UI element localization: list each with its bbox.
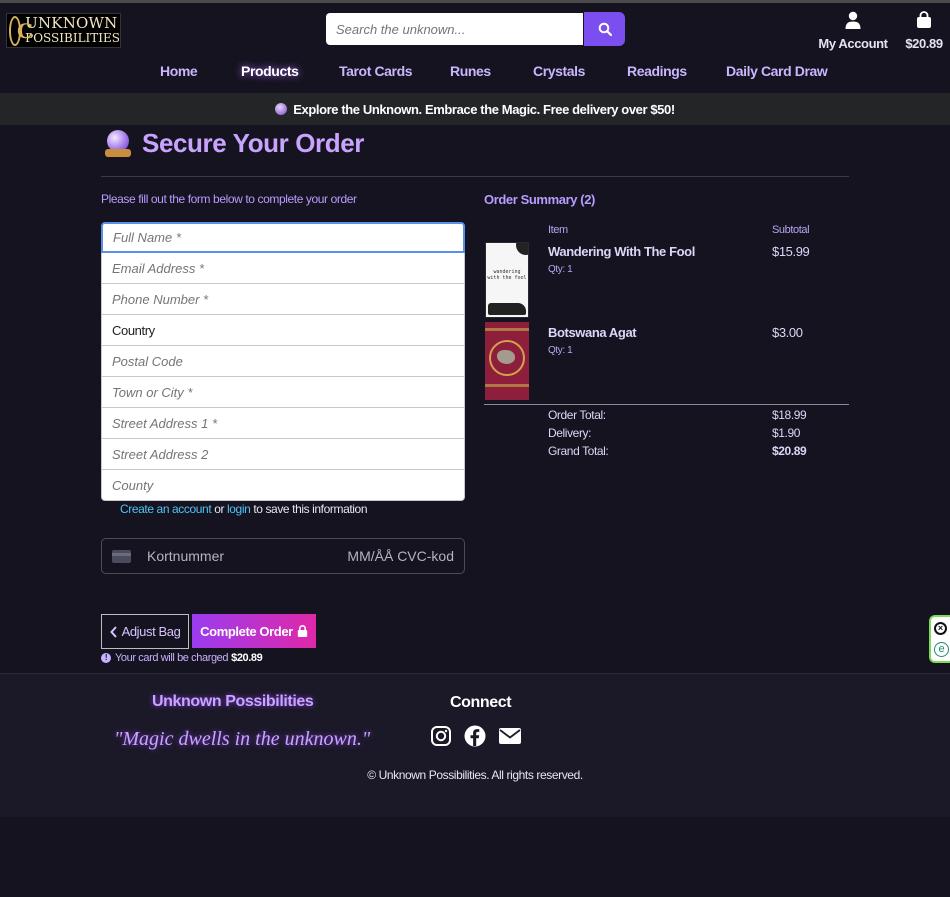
extension-icon[interactable]: e <box>934 642 949 657</box>
adjust-bag-label: Adjust Bag <box>121 624 181 639</box>
envelope-icon[interactable] <box>498 725 522 747</box>
search-input[interactable] <box>326 13 583 45</box>
main-nav: Home Products Tarot Cards Runes Crystals… <box>0 63 950 85</box>
logo-line1: UNKNOWN <box>25 13 118 32</box>
full-name-field[interactable] <box>101 222 465 253</box>
site-header: UNKNOWN POSSIBILITIES My Account $20.89 … <box>0 3 950 93</box>
lock-icon <box>297 625 308 637</box>
footer-brand: Unknown Possibilities <box>152 693 314 710</box>
save-info-suffix: to save this information <box>253 502 368 516</box>
col-header-subtotal: Subtotal <box>772 224 810 236</box>
shopping-bag-link[interactable]: $20.89 <box>900 11 948 51</box>
footer-tagline: "Magic dwells in the unknown." <box>114 728 371 750</box>
my-account-link[interactable]: My Account <box>818 11 888 51</box>
card-number-placeholder: Kortnummer <box>147 548 225 564</box>
complete-order-label: Complete Order <box>200 623 293 639</box>
instagram-icon[interactable] <box>430 725 452 747</box>
charge-amount: $20.89 <box>231 652 263 664</box>
checkout-form: Country <box>101 222 465 501</box>
county-field[interactable] <box>101 470 465 501</box>
street-address-2-field[interactable] <box>101 439 465 470</box>
street-address-1-field[interactable] <box>101 408 465 439</box>
side-widget[interactable]: × e <box>929 615 950 663</box>
chevron-left-icon <box>109 625 117 638</box>
promo-banner-text: Explore the Unknown. Embrace the Magic. … <box>293 101 675 117</box>
item-qty: Qty: 1 <box>548 264 573 275</box>
order-total-label: Order Total: <box>548 408 606 422</box>
item-price: $3.00 <box>772 325 803 340</box>
page-title-row: Secure Your Order <box>104 128 364 159</box>
nav-readings[interactable]: Readings <box>627 63 687 79</box>
search-button[interactable] <box>584 12 625 46</box>
item-price: $15.99 <box>772 244 810 259</box>
nav-tarot-cards[interactable]: Tarot Cards <box>339 63 413 79</box>
delivery-label: Delivery: <box>548 426 592 440</box>
logo-emblem-icon <box>9 15 33 46</box>
item-qty: Qty: 1 <box>548 345 573 356</box>
phone-field[interactable] <box>101 284 465 315</box>
title-divider <box>101 176 849 177</box>
create-account-link[interactable]: Create an account <box>120 502 212 516</box>
order-summary-title: Order Summary (2) <box>484 192 595 207</box>
card-input[interactable]: Kortnummer MM/ÅÅ CVC-kod <box>101 538 465 574</box>
shopping-bag-icon <box>917 11 931 28</box>
save-info-or: or <box>214 502 225 516</box>
info-icon: ! <box>101 653 111 663</box>
user-icon <box>845 11 861 29</box>
social-links <box>430 725 522 747</box>
thumbnail-text: wandering with the fool <box>487 269 527 281</box>
nav-runes[interactable]: Runes <box>450 63 491 79</box>
promo-banner: Explore the Unknown. Embrace the Magic. … <box>0 93 950 125</box>
email-field[interactable] <box>101 253 465 284</box>
footer-connect-heading: Connect <box>450 694 512 711</box>
col-header-item: Item <box>548 224 568 236</box>
nav-home[interactable]: Home <box>160 63 198 79</box>
postal-code-field[interactable] <box>101 346 465 377</box>
adjust-bag-button[interactable]: Adjust Bag <box>101 614 189 649</box>
item-name: Botswana Agat <box>548 325 637 340</box>
close-icon[interactable]: × <box>934 622 947 635</box>
login-link[interactable]: login <box>227 502 251 516</box>
form-hint: Please fill out the form below to comple… <box>101 192 357 206</box>
credit-card-icon <box>112 549 131 563</box>
bag-total: $20.89 <box>905 36 943 51</box>
town-field[interactable] <box>101 377 465 408</box>
order-total-value: $18.99 <box>772 408 807 422</box>
footer-copyright: © Unknown Possibilities. All rights rese… <box>367 768 583 782</box>
nav-daily-card-draw[interactable]: Daily Card Draw <box>726 63 828 79</box>
charge-notice: ! Your card will be charged $20.89 <box>101 652 263 664</box>
card-expiry-cvc-placeholder: MM/ÅÅ CVC-kod <box>347 548 454 564</box>
page-title: Secure Your Order <box>142 128 364 158</box>
charge-text: Your card will be charged <box>115 652 229 664</box>
grand-total-value: $20.89 <box>772 444 807 458</box>
product-thumbnail[interactable]: wandering with the fool <box>485 242 529 318</box>
summary-divider <box>484 404 849 405</box>
grand-total-label: Grand Total: <box>548 444 609 458</box>
nav-crystals[interactable]: Crystals <box>533 63 585 79</box>
complete-order-button[interactable]: Complete Order <box>192 614 316 648</box>
product-thumbnail[interactable] <box>485 322 529 400</box>
item-name: Wandering With The Fool <box>548 244 695 259</box>
logo-line2: POSSIBILITIES <box>25 30 120 45</box>
search-icon <box>598 22 612 36</box>
facebook-icon[interactable] <box>464 725 486 747</box>
crystal-ball-icon <box>275 103 288 115</box>
crystal-ball-icon <box>104 129 132 158</box>
nav-products[interactable]: Products <box>241 63 299 79</box>
site-logo[interactable]: UNKNOWN POSSIBILITIES <box>6 13 121 48</box>
my-account-label: My Account <box>818 36 888 51</box>
country-select[interactable]: Country <box>101 315 465 346</box>
save-info-text: Create an account or login to save this … <box>120 502 368 516</box>
delivery-value: $1.90 <box>772 426 801 440</box>
